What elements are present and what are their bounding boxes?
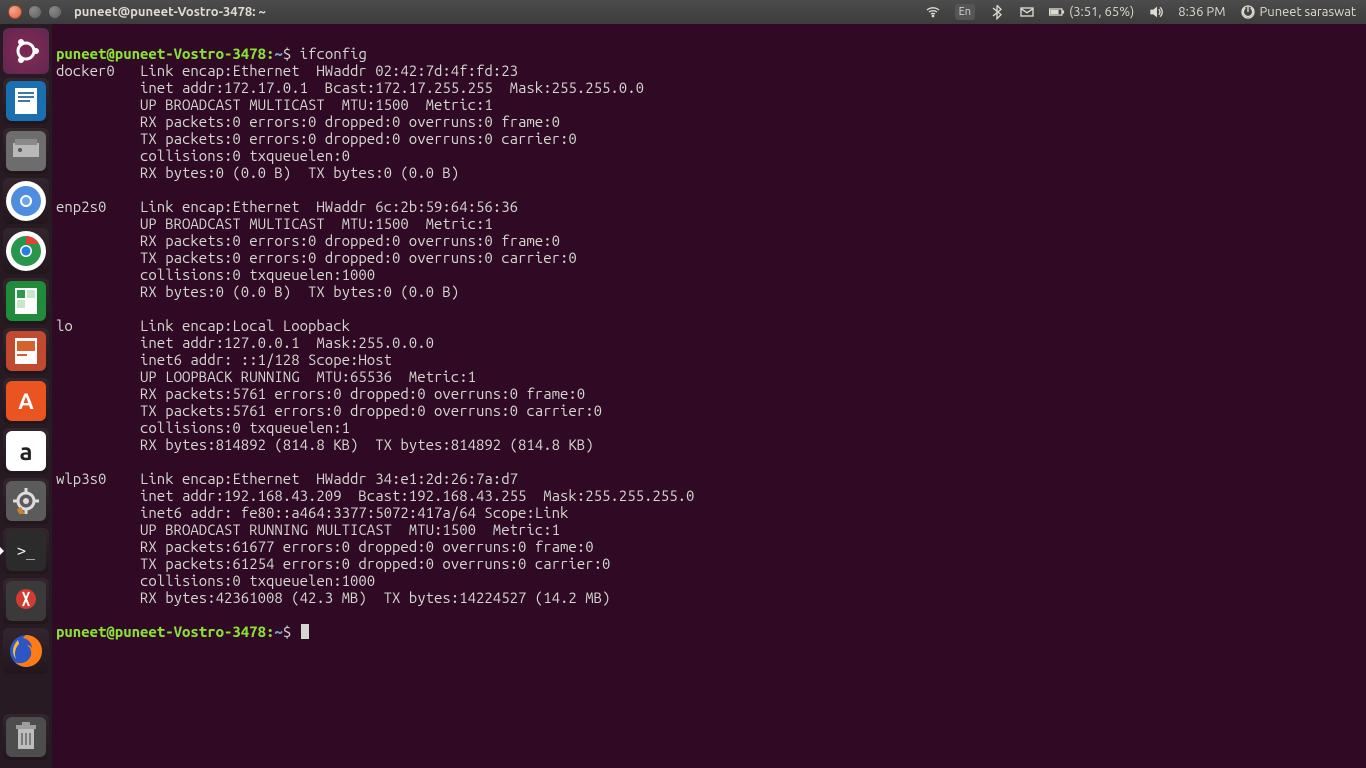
prompt-user: puneet@puneet-Vostro-3478	[56, 45, 266, 62]
launcher-terminal[interactable]: >_	[3, 528, 49, 574]
close-button[interactable]	[8, 5, 22, 19]
launcher-firefox[interactable]	[3, 628, 49, 674]
session-user: Puneet saraswat	[1260, 5, 1357, 19]
window-controls	[0, 5, 62, 19]
launcher-calc[interactable]	[3, 278, 49, 324]
launcher-files[interactable]	[3, 128, 49, 174]
launcher-dash[interactable]	[3, 28, 49, 74]
launcher-writer[interactable]	[3, 78, 49, 124]
terminal[interactable]: puneet@puneet-Vostro-3478:~$ ifconfig do…	[52, 24, 1366, 768]
launcher-apport[interactable]	[3, 578, 49, 624]
prompt-user-2: puneet@puneet-Vostro-3478	[56, 623, 266, 640]
maximize-button[interactable]	[48, 5, 62, 19]
launcher-software[interactable]: A	[3, 378, 49, 424]
launcher-settings[interactable]	[3, 478, 49, 524]
command-text: ifconfig	[300, 45, 367, 62]
launcher-trash[interactable]	[3, 714, 49, 760]
minimize-button[interactable]	[28, 5, 42, 19]
session-menu[interactable]: Puneet saraswat	[1240, 4, 1357, 20]
volume-icon[interactable]	[1148, 4, 1164, 20]
launcher-chrome[interactable]	[3, 228, 49, 274]
launcher-amazon[interactable]: a	[3, 428, 49, 474]
launcher: A a >_	[0, 24, 52, 768]
prompt-path: ~	[274, 45, 282, 62]
bluetooth-icon[interactable]	[989, 4, 1005, 20]
language-indicator[interactable]: En	[955, 4, 975, 20]
system-tray: En (3:51, 65%) 8:36 PM Puneet saraswat	[925, 4, 1366, 20]
top-panel: puneet@puneet-Vostro-3478: ~ En (3:51, 6…	[0, 0, 1366, 24]
battery-indicator[interactable]: (3:51, 65%)	[1049, 4, 1134, 20]
prompt-dollar: $	[283, 45, 291, 62]
launcher-chromium[interactable]	[3, 178, 49, 224]
command-output: docker0 Link encap:Ethernet HWaddr 02:42…	[56, 62, 1362, 606]
launcher-impress[interactable]	[3, 328, 49, 374]
window-title: puneet@puneet-Vostro-3478: ~	[74, 5, 266, 19]
language-label: En	[955, 4, 975, 20]
wifi-icon[interactable]	[925, 4, 941, 20]
cursor	[301, 624, 309, 639]
mail-icon[interactable]	[1019, 4, 1035, 20]
battery-label: (3:51, 65%)	[1069, 5, 1134, 19]
clock[interactable]: 8:36 PM	[1178, 5, 1225, 19]
